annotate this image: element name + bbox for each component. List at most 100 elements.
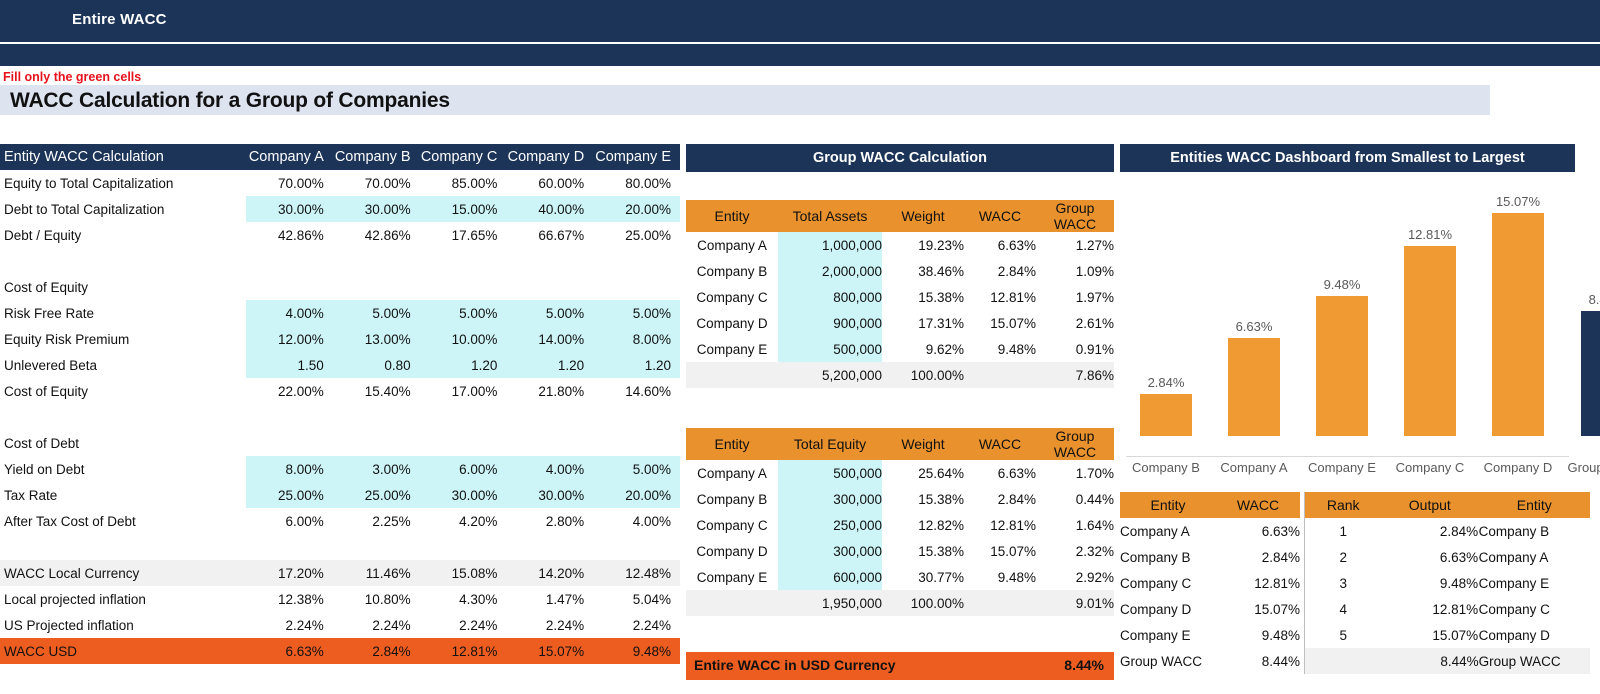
- table-row: Company D 15.07%: [1120, 596, 1300, 622]
- total-assets-cell[interactable]: 900,000: [778, 310, 882, 336]
- input-cell[interactable]: 15.00%: [419, 196, 507, 222]
- input-cell[interactable]: 30.00%: [419, 482, 507, 508]
- entire-wacc-usd-row: Entire WACC in USD Currency 8.44%: [686, 652, 1114, 680]
- weight-cell: 25.64%: [918, 465, 964, 481]
- input-cell[interactable]: 4.00%: [246, 300, 333, 326]
- column-header-value: Total Equity: [778, 428, 882, 460]
- input-cell[interactable]: 8.00%: [593, 326, 680, 352]
- column-header-value: Total Assets: [778, 200, 882, 232]
- wacc-cell: 12.81%: [1254, 575, 1300, 591]
- value-cell: 15.08%: [419, 560, 507, 586]
- wacc-cell: 6.63%: [1261, 523, 1300, 539]
- input-cell[interactable]: 30.00%: [506, 482, 594, 508]
- table-row: Company D 900,000 17.31% 15.07% 2.61%: [686, 310, 1114, 336]
- input-cell[interactable]: 12.00%: [246, 326, 333, 352]
- wacc-cell: 2.84%: [997, 491, 1036, 507]
- total-equity-cell[interactable]: 250,000: [778, 512, 882, 538]
- input-cell[interactable]: 8.00%: [246, 456, 333, 482]
- total-output: 8.44%: [1381, 648, 1479, 674]
- input-cell[interactable]: 30.00%: [332, 196, 420, 222]
- total-cell: 9.01%: [1036, 590, 1114, 616]
- input-cell[interactable]: 4.00%: [506, 456, 594, 482]
- output-cell: 9.48%: [1439, 575, 1479, 591]
- chart-bar-label: 6.63%: [1235, 319, 1273, 334]
- input-cell[interactable]: 40.00%: [506, 196, 594, 222]
- input-cell[interactable]: 5.00%: [332, 300, 420, 326]
- total-equity-cell[interactable]: 600,000: [778, 564, 882, 590]
- column-header-group-wacc: Group WACC: [1036, 200, 1114, 232]
- input-cell[interactable]: 0.80: [332, 352, 420, 378]
- input-cell[interactable]: 5.00%: [506, 300, 594, 326]
- column-header-entity: Entity: [1120, 492, 1216, 518]
- input-cell[interactable]: 25.00%: [332, 482, 420, 508]
- entity-cell: Company A: [697, 237, 767, 253]
- spacer-cell: [0, 534, 680, 560]
- output-cell: 6.63%: [1439, 549, 1479, 565]
- weight-cell: 17.31%: [918, 315, 964, 331]
- input-cell[interactable]: 1.20: [593, 352, 680, 378]
- total-assets-cell[interactable]: 800,000: [778, 284, 882, 310]
- input-cell[interactable]: 25.00%: [246, 482, 333, 508]
- input-cell[interactable]: 13.00%: [332, 326, 420, 352]
- input-cell[interactable]: 20.00%: [593, 482, 680, 508]
- page-title: WACC Calculation for a Group of Companie…: [10, 89, 450, 112]
- table-total-row: Group WACC 8.44%: [1120, 648, 1300, 674]
- total-equity-cell[interactable]: 300,000: [778, 538, 882, 564]
- output-cell: 2.84%: [1439, 523, 1479, 539]
- chart-bar-label: 9.48%: [1323, 277, 1361, 292]
- chart-category-label: Company E: [1308, 460, 1376, 475]
- value-cell: 4.00%: [632, 513, 671, 529]
- input-cell[interactable]: 5.00%: [419, 300, 507, 326]
- table-row: Tax Rate 25.00% 25.00% 30.00% 30.00% 20.00%: [0, 482, 680, 508]
- total-assets-cell[interactable]: 1,000,000: [778, 232, 882, 258]
- value-cell: 2.24%: [545, 617, 585, 633]
- wacc-cell: 2.84%: [1261, 549, 1300, 565]
- entity-cell: Company E: [1120, 627, 1191, 643]
- table-row: US Projected inflation 2.24% 2.24% 2.24% 2.2…: [0, 612, 680, 638]
- input-cell[interactable]: 20.00%: [593, 196, 680, 222]
- input-cell[interactable]: 30.00%: [246, 196, 333, 222]
- entity-wacc-table: Entity WACC Calculation Company A Company …: [0, 144, 680, 664]
- output-cell: 15.07%: [1432, 627, 1479, 643]
- input-cell[interactable]: 5.00%: [593, 300, 680, 326]
- input-cell[interactable]: 14.00%: [506, 326, 594, 352]
- chart-bar-fill: [1228, 338, 1280, 436]
- total-equity-cell[interactable]: 300,000: [778, 486, 882, 512]
- group-wacc-cell: 1.09%: [1075, 263, 1114, 279]
- wacc-bar-chart: 2.84% 6.63% 9.48% 12.81% 15.07% 8.44% Company…: [1120, 172, 1600, 484]
- input-cell[interactable]: 1.50: [246, 352, 333, 378]
- entire-wacc-usd-label: Entire WACC in USD Currency: [694, 657, 896, 673]
- entire-wacc-title: Entire WACC: [72, 11, 167, 28]
- chart-bar-label: 12.81%: [1407, 227, 1453, 242]
- input-cell[interactable]: 3.00%: [332, 456, 420, 482]
- weight-cell: 15.38%: [918, 543, 964, 559]
- rank-cell: 4: [1339, 601, 1347, 617]
- top-banner-secondary: [0, 44, 1600, 66]
- value-cell: 4.20%: [459, 513, 498, 529]
- total-equity-cell[interactable]: 500,000: [778, 460, 882, 486]
- entity-cell: Company A: [697, 465, 767, 481]
- wacc-cell: 6.63%: [997, 465, 1036, 481]
- row-label: After Tax Cost of Debt: [4, 513, 136, 529]
- table-row: WACC Local Currency 17.20% 11.46% 15.08% 14.…: [0, 560, 680, 586]
- total-label: Group WACC: [1478, 648, 1590, 674]
- column-header-company: Company B: [332, 144, 420, 170]
- weight-cell: 38.46%: [918, 263, 964, 279]
- entity-cell: Company A: [1478, 549, 1549, 565]
- total-assets-cell[interactable]: 2,000,000: [778, 258, 882, 284]
- chart-bar: 6.63%: [1228, 196, 1280, 436]
- chart-axis-line: [1126, 456, 1569, 457]
- table-row: Company B 2,000,000 38.46% 2.84% 1.09%: [686, 258, 1114, 284]
- input-cell[interactable]: 6.00%: [419, 456, 507, 482]
- row-label: US Projected inflation: [4, 617, 134, 633]
- group-wacc-cell: 2.32%: [1075, 543, 1114, 559]
- empty-cell: [420, 430, 507, 456]
- input-cell[interactable]: 1.20: [506, 352, 594, 378]
- column-header-entity: Entity: [1478, 492, 1590, 518]
- column-header-wacc: WACC: [964, 428, 1036, 460]
- input-cell[interactable]: 5.00%: [593, 456, 680, 482]
- total-assets-cell[interactable]: 500,000: [778, 336, 882, 362]
- group-wacc-cell: 0.44%: [1075, 491, 1114, 507]
- input-cell[interactable]: 10.00%: [419, 326, 507, 352]
- input-cell[interactable]: 1.20: [419, 352, 507, 378]
